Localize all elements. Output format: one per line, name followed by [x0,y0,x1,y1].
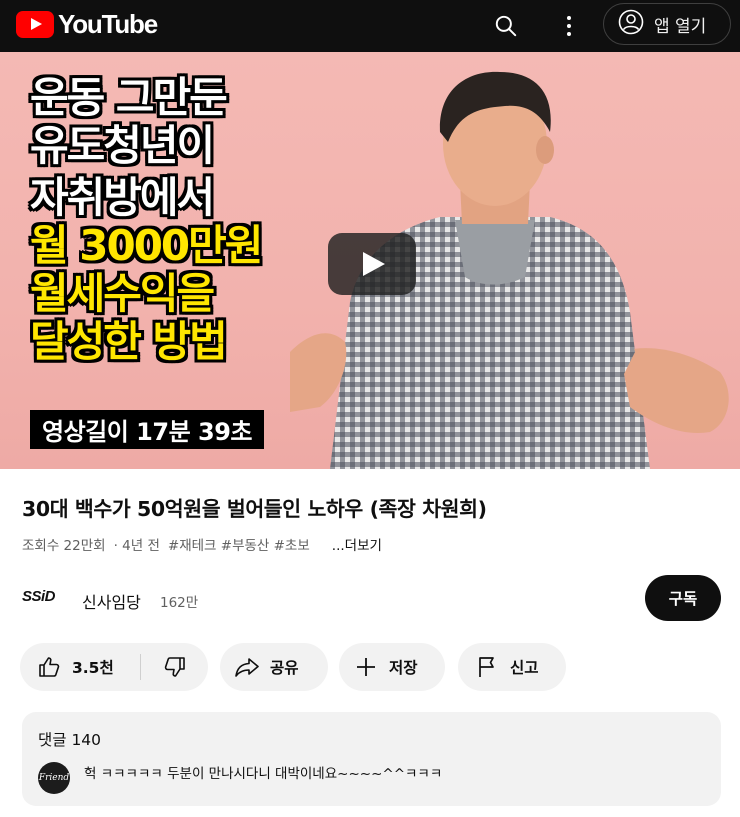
plus-icon [353,654,379,680]
like-dislike-group: 3.5천 [20,643,208,691]
thumbnail-duration-caption: 영상길이 17분 39초 [30,410,264,449]
video-player[interactable]: 운동 그만둔 유도청년이 자취방에서 월 3000만원 월세수익을 달성한 방법… [0,52,740,469]
thumbs-up-icon [36,654,62,680]
subscribe-button[interactable]: 구독 [645,575,721,621]
save-button[interactable]: 저장 [339,643,445,691]
thumbnail-line: 월 3000만원 [30,221,263,270]
view-count: 조회수 22만회 [22,538,106,554]
subscriber-count: 162만 [160,595,199,611]
like-count: 3.5천 [72,659,114,677]
open-app-label: 앱 열기 [654,16,707,37]
channel-avatar[interactable]: SSiD [22,588,56,605]
comments-section[interactable]: 댓글 140 Friend 헉 ㅋㅋㅋㅋㅋ 두분이 만나시다니 대박이네요~~~… [22,712,721,806]
dislike-button[interactable] [141,654,208,680]
hashtags: #재테크 #부동산 #초보 [167,538,310,554]
search-icon[interactable] [488,8,524,44]
report-label: 신고 [510,659,539,677]
channel-name[interactable]: 신사임당 [82,589,141,613]
play-button[interactable] [328,233,416,295]
account-icon [618,9,644,39]
thumbnail-line: 월세수익을 [30,269,215,318]
show-more-link[interactable]: ...더보기 [332,534,382,554]
thumbnail-line: 운동 그만둔 [30,73,228,122]
flag-icon [474,654,500,680]
like-button[interactable]: 3.5천 [20,654,140,680]
share-label: 공유 [270,659,299,677]
logo-text: YouTube [58,8,158,39]
share-button[interactable]: 공유 [220,643,328,691]
youtube-play-icon [16,10,54,38]
commenter-avatar: Friend [38,762,70,794]
top-app-bar: YouTube 앱 열기 [0,0,740,52]
share-icon [234,654,260,680]
comments-header: 댓글 140 [38,731,102,749]
youtube-logo[interactable]: YouTube [16,8,158,39]
open-app-button[interactable]: 앱 열기 [603,3,731,45]
upload-age: · 4년 전 [113,538,160,554]
thumbs-down-icon [162,654,188,680]
video-title[interactable]: 30대 백수가 50억원을 벌어들인 노하우 (족장 차원희) [22,492,487,522]
more-vert-icon[interactable] [551,8,587,44]
thumbnail-line: 달성한 방법 [30,317,228,366]
report-button[interactable]: 신고 [458,643,566,691]
thumbnail-headline: 운동 그만둔 유도청년이 자취방에서 월 3000만원 월세수익을 달성한 방법 [30,73,263,366]
thumbnail-line: 자취방에서 [30,173,215,222]
thumbnail-line: 유도청년이 [30,121,215,170]
video-metadata[interactable]: 조회수 22만회 · 4년 전 #재테크 #부동산 #초보 ...더보기 [22,534,382,554]
top-comment-text: 헉 ㅋㅋㅋㅋㅋ 두분이 만나시다니 대박이네요~~~~^^ㅋㅋㅋ [84,766,443,782]
save-label: 저장 [389,659,418,677]
